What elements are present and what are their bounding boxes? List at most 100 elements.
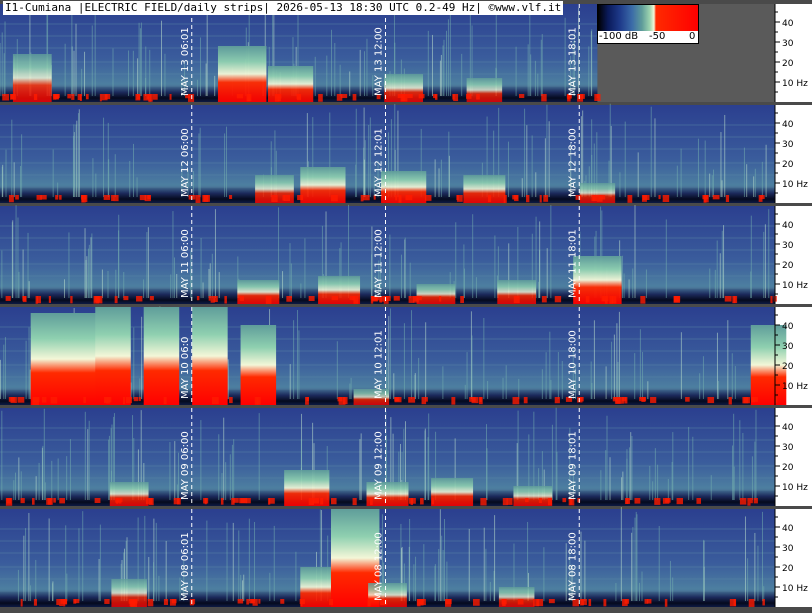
burst-mark: [425, 195, 432, 201]
burst-mark: [639, 397, 647, 402]
burst-mark: [143, 307, 180, 405]
burst-mark: [421, 397, 427, 405]
burst-mark: [119, 498, 123, 503]
burst-mark: [149, 94, 153, 102]
burst-mark: [647, 599, 652, 604]
time-marker-label: MAY 13 18:01: [567, 27, 578, 96]
burst-mark: [460, 296, 465, 304]
time-marker-label: MAY 09 12:00: [374, 431, 385, 500]
burst-mark: [138, 397, 141, 402]
y-tick-label: 20: [782, 261, 794, 271]
burst-mark: [469, 397, 476, 402]
burst-mark: [592, 195, 598, 202]
burst-mark: [297, 195, 304, 201]
burst-mark: [420, 599, 426, 606]
burst-mark: [163, 599, 169, 605]
burst-mark: [59, 498, 65, 504]
color-scale-min-label: -100 dB: [599, 31, 639, 42]
burst-mark: [143, 94, 150, 101]
strip-may-11: MAY 11 06:00 MAY 11 12:00 MAY 11 18:01 40 30…: [0, 204, 812, 304]
burst-mark: [71, 94, 75, 100]
time-marker-label: MAY 11 18:01: [567, 229, 578, 298]
y-tick-label: 30: [782, 39, 794, 49]
burst-mark: [418, 94, 425, 99]
spectrogram-chart: MAY 13 06:01 MAY 13 12:00 MAY 13 18:01 40 30…: [0, 0, 812, 613]
y-tick-label: 10 Hz: [782, 281, 808, 291]
burst-mark: [147, 599, 154, 607]
burst-mark: [123, 397, 126, 405]
burst-mark: [541, 94, 547, 102]
burst-mark: [523, 397, 528, 404]
burst-mark: [84, 195, 88, 203]
burst-mark: [48, 296, 51, 303]
burst-mark: [247, 94, 252, 102]
burst-mark: [95, 307, 131, 405]
y-tick-label: 40: [782, 322, 794, 332]
color-scale-legend: -100 dB -50 0: [597, 4, 699, 44]
burst-mark: [538, 498, 542, 504]
burst-mark: [453, 94, 459, 102]
burst-mark: [40, 195, 47, 200]
burst-mark: [31, 498, 35, 505]
burst-mark: [439, 296, 442, 302]
burst-mark: [762, 599, 765, 606]
y-tick-label: 10 Hz: [782, 584, 808, 594]
burst-mark: [626, 498, 631, 504]
time-marker-label: MAY 08 18:00: [567, 532, 578, 601]
burst-mark: [46, 498, 52, 505]
burst-mark: [94, 498, 101, 504]
burst-mark: [169, 94, 172, 100]
burst-mark: [59, 599, 64, 607]
burst-mark: [624, 397, 628, 404]
burst-mark: [696, 498, 702, 504]
burst-mark: [479, 397, 482, 402]
burst-mark: [512, 397, 520, 405]
burst-mark: [750, 498, 753, 504]
burst-mark: [5, 296, 11, 301]
burst-mark: [62, 313, 99, 405]
burst-mark: [685, 397, 690, 402]
burst-mark: [673, 296, 680, 303]
burst-mark: [353, 296, 359, 304]
burst-mark: [33, 94, 38, 100]
burst-mark: [395, 195, 398, 201]
burst-mark: [654, 498, 661, 505]
burst-mark: [480, 498, 487, 506]
burst-mark: [369, 498, 373, 506]
burst-mark: [750, 325, 787, 405]
burst-mark: [210, 296, 215, 303]
burst-mark: [192, 599, 196, 605]
burst-mark: [196, 296, 200, 301]
burst-mark: [473, 599, 480, 606]
burst-mark: [743, 397, 751, 404]
chart-title: I1-Cumiana |ELECTRIC FIELD/daily strips|…: [3, 1, 564, 15]
y-tick-label: 10 Hz: [782, 382, 808, 392]
burst-mark: [596, 94, 599, 99]
burst-mark: [543, 195, 549, 202]
burst-mark: [712, 195, 720, 200]
burst-mark: [239, 296, 245, 301]
burst-mark: [397, 94, 404, 99]
burst-mark: [405, 195, 413, 201]
burst-mark: [733, 599, 736, 607]
burst-mark: [236, 94, 243, 99]
burst-mark: [56, 599, 60, 605]
burst-mark: [519, 94, 525, 99]
burst-mark: [445, 599, 452, 605]
burst-mark: [229, 397, 233, 404]
burst-mark: [420, 498, 424, 505]
burst-mark: [514, 195, 519, 202]
burst-mark: [254, 397, 259, 405]
y-tick-label: 40: [782, 423, 794, 433]
burst-mark: [331, 296, 339, 301]
time-marker-label: MAY 11 06:00: [180, 229, 191, 298]
burst-mark: [144, 195, 151, 202]
burst-mark: [312, 498, 320, 504]
burst-mark: [634, 498, 641, 504]
burst-mark: [6, 498, 12, 504]
burst-mark: [466, 78, 503, 102]
burst-mark: [133, 397, 139, 402]
time-marker-label: MAY 13 12:00: [374, 27, 385, 96]
burst-mark: [463, 175, 506, 203]
strip-may-08: MAY 08 06:01 MAY 08 12:00 MAY 08 18:00 40 30…: [0, 507, 812, 607]
